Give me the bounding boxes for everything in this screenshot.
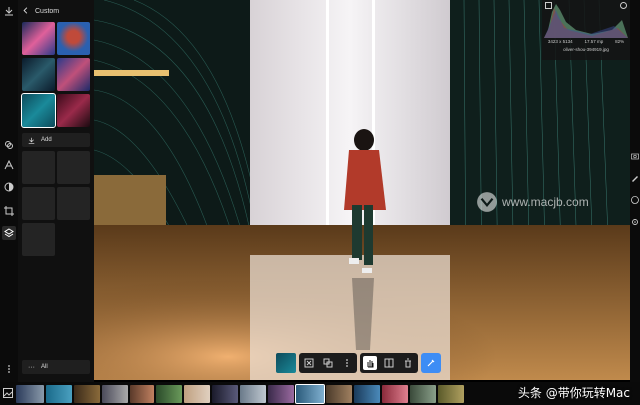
preset-panel: Custom Add ··· All [18,0,94,382]
empty-preset-slot[interactable] [22,223,55,256]
all-presets-button[interactable]: ··· All [22,360,90,374]
image-filename: oliver-shou-394919.jpg [563,47,609,52]
preset-thumb[interactable] [57,22,90,55]
stack-icon[interactable] [2,226,16,240]
mask-icon[interactable] [2,180,16,194]
histogram-panel: 3423 x 5134 17.57 mp 82% oliver-shou-394… [542,0,630,60]
back-chevron-icon[interactable] [22,6,29,16]
more-icon[interactable] [340,356,354,370]
download-icon [28,137,35,144]
filmstrip-thumb[interactable] [268,385,294,403]
add-label: Add [41,137,52,143]
image-dimensions: 3423 x 5134 [547,39,573,44]
compare-icon[interactable] [321,356,335,370]
text-icon[interactable] [2,158,16,172]
histogram-graph [544,4,628,38]
gallery-icon[interactable] [3,388,13,398]
preset-thumb[interactable] [22,22,55,55]
export-icon[interactable] [2,4,16,18]
filmstrip-thumb[interactable] [212,385,238,403]
eyedropper-icon [427,359,435,367]
filmstrip-thumb[interactable] [16,385,44,403]
filmstrip-thumb[interactable] [46,385,72,403]
right-rail [630,0,640,382]
eyedropper-button[interactable] [421,353,441,373]
empty-preset-slot[interactable] [57,187,90,220]
filmstrip-thumb[interactable] [326,385,352,403]
filmstrip-thumb[interactable] [382,385,408,403]
hand-icon[interactable] [363,356,377,370]
panel-title: Custom [35,7,60,15]
filmstrip-thumb[interactable] [102,385,128,403]
crop-icon[interactable] [2,204,16,218]
layers-icon[interactable] [2,138,16,152]
filmstrip-thumb[interactable] [184,385,210,403]
view-tools [299,353,357,373]
brush-icon[interactable] [631,174,639,182]
zoom-level: 82% [615,39,625,44]
empty-preset-slot[interactable] [57,151,90,184]
filmstrip-thumb[interactable] [74,385,100,403]
filmstrip-thumb[interactable] [354,385,380,403]
tool-rail [0,0,18,382]
filmstrip-thumb[interactable] [438,385,464,403]
gear-icon[interactable] [631,218,639,226]
corner-caption: 头条 @带你玩转Mac [517,386,630,400]
empty-preset-slot[interactable] [22,151,55,184]
fit-icon[interactable] [302,356,316,370]
preset-thumb-selected[interactable] [21,93,56,128]
split-icon[interactable] [382,356,396,370]
ellipsis-icon: ··· [28,363,35,371]
camera-icon[interactable] [631,152,639,160]
current-preset-thumb[interactable] [276,353,296,373]
filmstrip-thumb[interactable] [240,385,266,403]
empty-preset-slot[interactable] [22,187,55,220]
info-icon[interactable] [620,2,627,9]
add-preset-button[interactable]: Add [22,133,90,147]
panel-header: Custom [22,4,59,18]
megapixels: 17.57 mp [584,39,604,44]
expand-icon[interactable] [545,2,552,9]
bottom-toolbar [276,352,441,374]
adjust-icon[interactable] [631,196,639,204]
trash-icon[interactable] [401,356,415,370]
all-label: All [41,364,48,370]
more-icon[interactable] [2,362,16,376]
filmstrip-thumb-selected[interactable] [295,384,325,404]
preset-thumb[interactable] [57,94,90,127]
edit-tools [360,353,418,373]
watermark-text: www.macjb.com [502,195,589,209]
preset-thumb[interactable] [22,58,55,91]
watermark-logo [477,192,497,212]
filmstrip-thumb[interactable] [156,385,182,403]
filmstrip-thumb[interactable] [410,385,436,403]
filmstrip-thumb[interactable] [130,385,154,403]
preset-thumb[interactable] [57,58,90,91]
watermark: www.macjb.com [476,191,589,213]
